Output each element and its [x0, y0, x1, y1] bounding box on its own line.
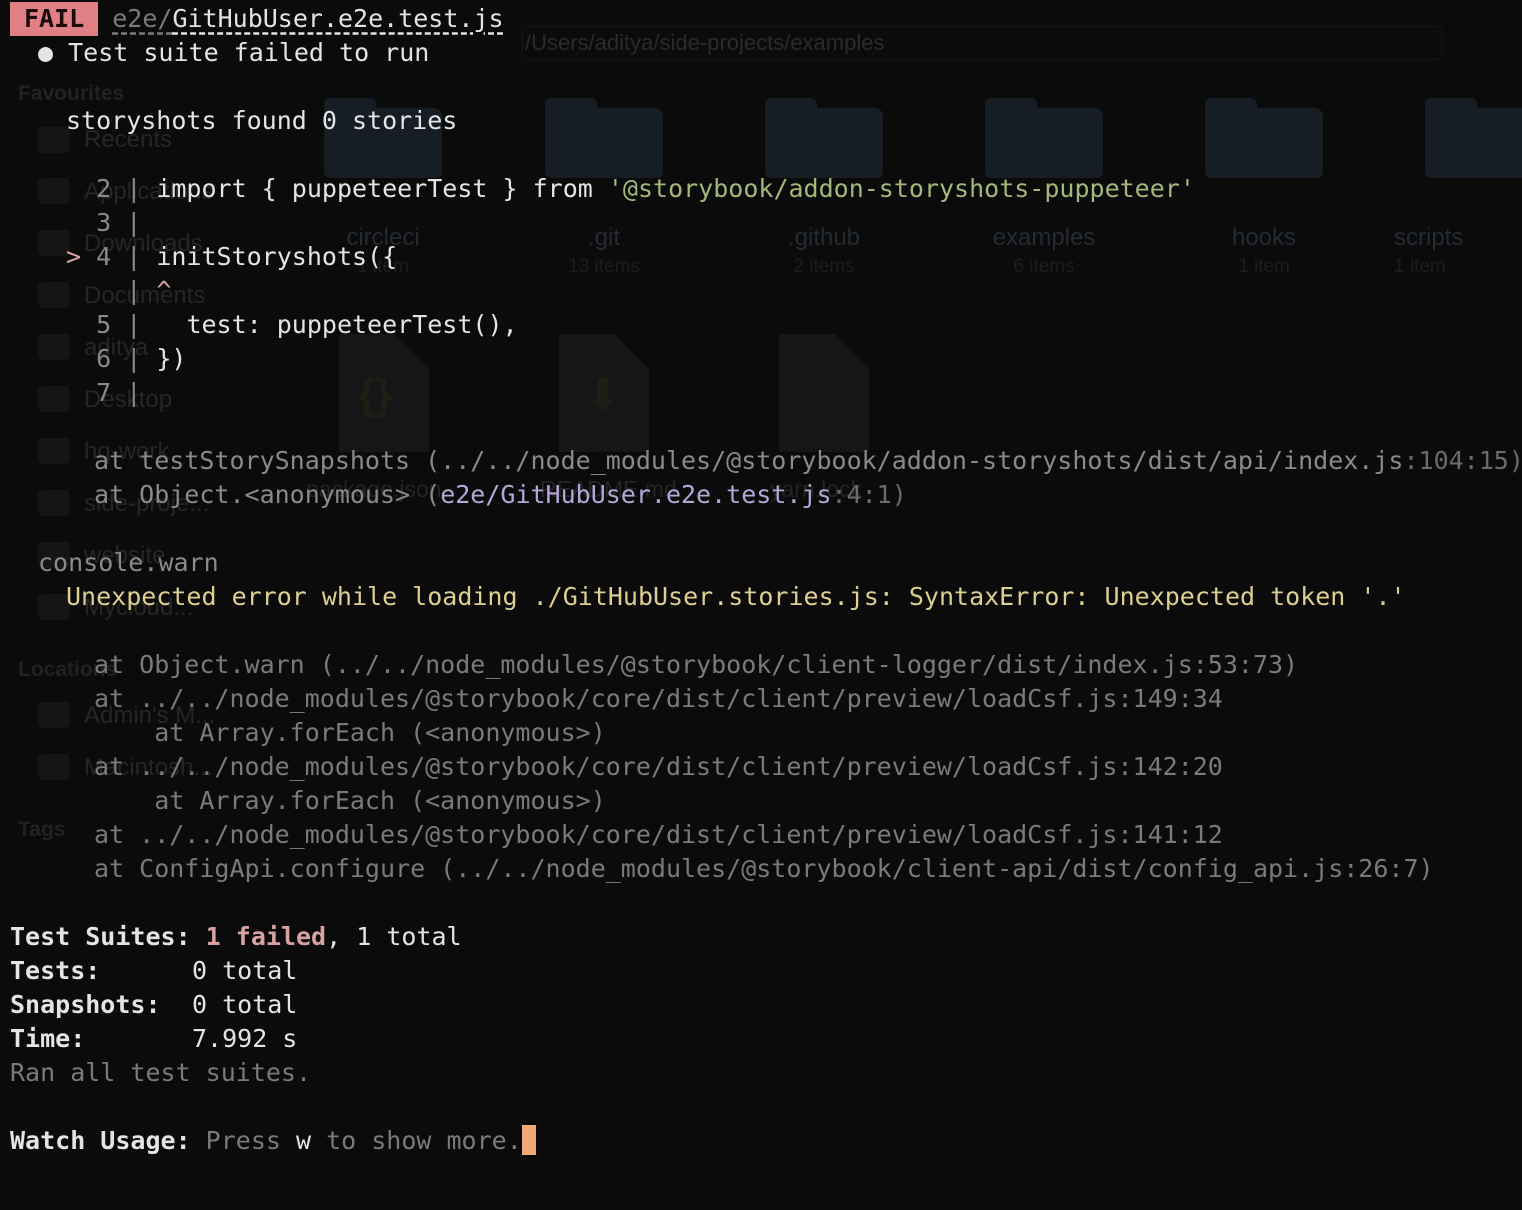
stack-frame: at ConfigApi.configure (../../node_modul…	[94, 854, 1434, 883]
terminal[interactable]: FAIL e2e/GitHubUser.e2e.test.js ● Test su…	[0, 0, 1522, 1210]
test-file-dir: e2e/	[112, 4, 173, 33]
watch-usage-prompt[interactable]: Watch Usage: Press w to show more.	[10, 1124, 536, 1158]
code-line-caret: | ^	[111, 276, 172, 305]
test-file-name: GitHubUser.e2e.test.js	[172, 4, 504, 33]
watch-key: w	[295, 1126, 312, 1155]
fail-badge: FAIL	[10, 2, 99, 36]
suite-failed-message: ● Test suite failed to run	[38, 38, 430, 67]
code-line: 6 | })	[96, 344, 187, 373]
stack-frame: at Object.warn (../../node_modules/@stor…	[94, 650, 1299, 679]
stack-frame: at Object.<anonymous> (e2e/GitHubUser.e2…	[94, 480, 907, 509]
failed-count: 1 failed	[205, 922, 327, 951]
code-line: 2 | import { puppeteerTest } from '@stor…	[96, 174, 1195, 203]
ran-all-message: Ran all test suites.	[10, 1058, 312, 1087]
terminal-cursor[interactable]	[521, 1125, 536, 1155]
watch-usage-label: Watch Usage:	[10, 1126, 191, 1155]
code-line: 5 | test: puppeteerTest(),	[96, 310, 518, 339]
summary-snapshots: Snapshots: 0 total	[10, 990, 298, 1019]
summary-test-suites: Test Suites: 1 failed, 1 total	[10, 922, 462, 951]
stack-frame: at Array.forEach (<anonymous>)	[94, 718, 606, 747]
test-result-header: FAIL e2e/GitHubUser.e2e.test.js	[10, 2, 504, 36]
stack-frame: at ../../node_modules/@storybook/core/di…	[94, 752, 1223, 781]
code-line-highlighted: > 4 | initStoryshots({	[66, 242, 398, 271]
console-warn-label: console.warn	[38, 548, 219, 577]
summary-time: Time: 7.992 s	[10, 1024, 298, 1053]
stack-frame: at Array.forEach (<anonymous>)	[94, 786, 606, 815]
warning-message: Unexpected error while loading ./GitHubU…	[66, 582, 1406, 611]
code-line: 3 |	[96, 208, 142, 237]
code-line: 7 |	[96, 378, 142, 407]
summary-tests: Tests: 0 total	[10, 956, 298, 985]
stories-found-message: storyshots found 0 stories	[66, 106, 458, 135]
stack-frame: at ../../node_modules/@storybook/core/di…	[94, 820, 1223, 849]
stack-frame-path-link[interactable]: e2e/GitHubUser.e2e.test.js	[440, 480, 831, 509]
stack-frame: at testStorySnapshots (../../node_module…	[94, 446, 1522, 475]
stack-frame: at ../../node_modules/@storybook/core/di…	[94, 684, 1223, 713]
